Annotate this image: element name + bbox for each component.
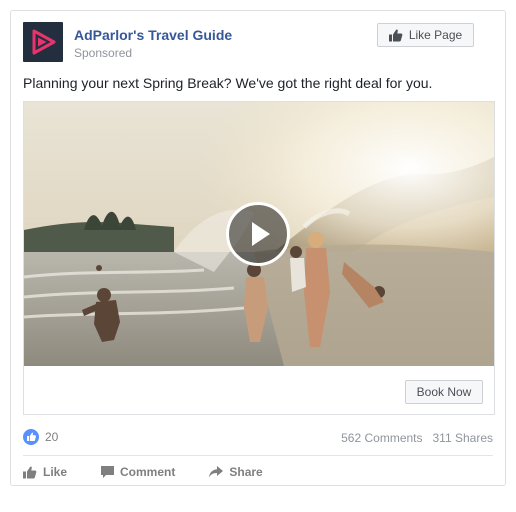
book-now-button[interactable]: Book Now xyxy=(405,380,483,404)
thumbs-up-icon xyxy=(23,466,37,478)
sponsored-label[interactable]: Sponsored xyxy=(74,46,132,60)
play-button[interactable] xyxy=(226,202,290,266)
engagement-counts: 562 Comments 311 Shares xyxy=(341,431,493,445)
thumbs-up-icon xyxy=(388,29,403,41)
like-count: 20 xyxy=(45,430,59,444)
comment-action-button[interactable]: Comment xyxy=(101,463,175,481)
comment-action-label: Comment xyxy=(120,465,176,479)
page-name-link[interactable]: AdParlor's Travel Guide xyxy=(74,27,232,43)
like-action-button[interactable]: Like xyxy=(23,463,67,481)
play-icon xyxy=(252,222,270,246)
like-action-label: Like xyxy=(43,465,68,479)
share-action-label: Share xyxy=(229,465,263,479)
reaction-summary[interactable]: 20 xyxy=(23,429,58,445)
share-action-button[interactable]: Share xyxy=(209,463,263,481)
comments-count-link[interactable]: 562 Comments xyxy=(341,431,422,445)
like-reaction-icon xyxy=(23,429,39,445)
divider xyxy=(23,455,493,456)
page-logo[interactable] xyxy=(23,22,63,62)
like-page-button[interactable]: Like Page xyxy=(377,23,474,47)
shares-count-link[interactable]: 311 Shares xyxy=(433,431,494,445)
play-triangle-logo-icon xyxy=(32,29,56,55)
beach-video[interactable] xyxy=(24,102,494,366)
share-arrow-icon xyxy=(209,466,224,478)
like-page-label: Like Page xyxy=(408,28,463,42)
post-text: Planning your next Spring Break? We've g… xyxy=(23,75,433,91)
sponsored-post-card: AdParlor's Travel Guide Sponsored Like P… xyxy=(10,10,506,486)
action-bar: Like Comment Share xyxy=(23,463,297,481)
speech-bubble-icon xyxy=(101,466,115,478)
media-attachment: Book Now xyxy=(23,101,495,415)
thumbs-up-icon xyxy=(27,432,36,441)
